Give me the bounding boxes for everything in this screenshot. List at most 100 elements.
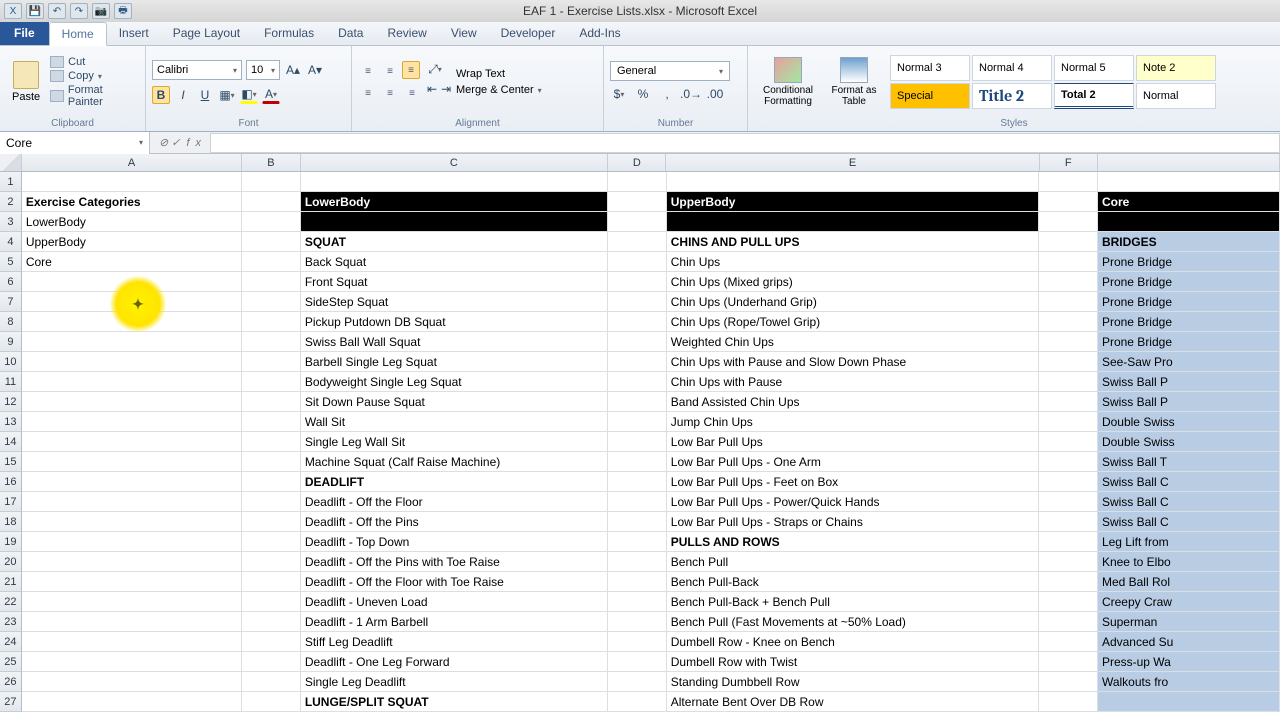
cell-D15[interactable] xyxy=(608,452,667,472)
row-header[interactable]: 14 xyxy=(0,432,22,452)
cell-E18[interactable]: Low Bar Pull Ups - Straps or Chains xyxy=(667,512,1039,532)
cell-F19[interactable] xyxy=(1039,532,1098,552)
cell-C16[interactable]: DEADLIFT xyxy=(301,472,608,492)
cell-A12[interactable] xyxy=(22,392,242,412)
row-header[interactable]: 19 xyxy=(0,532,22,552)
font-name-dropdown[interactable]: Calibri▾ xyxy=(152,60,242,80)
cell-E8[interactable]: Chin Ups (Rope/Towel Grip) xyxy=(667,312,1039,332)
row-header[interactable]: 4 xyxy=(0,232,22,252)
cell-B17[interactable] xyxy=(242,492,301,512)
format-painter-button[interactable]: Format Painter xyxy=(50,84,139,108)
style-normal5[interactable]: Normal 5 xyxy=(1054,55,1134,81)
cell-E5[interactable]: Chin Ups xyxy=(667,252,1039,272)
row-header[interactable]: 21 xyxy=(0,572,22,592)
cell-D8[interactable] xyxy=(608,312,667,332)
cell-C11[interactable]: Bodyweight Single Leg Squat xyxy=(301,372,608,392)
cell-C18[interactable]: Deadlift - Off the Pins xyxy=(301,512,608,532)
cell-B4[interactable] xyxy=(242,232,301,252)
cell-E20[interactable]: Bench Pull xyxy=(667,552,1039,572)
cell-C27[interactable]: LUNGE/SPLIT SQUAT xyxy=(301,692,608,712)
cell-D14[interactable] xyxy=(608,432,667,452)
row-header[interactable]: 10 xyxy=(0,352,22,372)
cell-styles-gallery[interactable]: Normal 3 Normal 4 Normal 5 Note 2 Specia… xyxy=(890,55,1216,109)
cell-F25[interactable] xyxy=(1039,652,1098,672)
cell-F12[interactable] xyxy=(1039,392,1098,412)
decrease-indent-button[interactable]: ⇤ xyxy=(426,80,438,98)
cell-F18[interactable] xyxy=(1039,512,1098,532)
align-center[interactable]: ≡ xyxy=(380,83,400,103)
cell-D27[interactable] xyxy=(608,692,667,712)
fx-label[interactable]: ⊘ ✓ fx xyxy=(150,136,210,149)
row-header[interactable]: 16 xyxy=(0,472,22,492)
cell-F15[interactable] xyxy=(1039,452,1098,472)
camera-icon[interactable]: 📷 xyxy=(92,3,110,19)
cell-E17[interactable]: Low Bar Pull Ups - Power/Quick Hands xyxy=(667,492,1039,512)
align-right[interactable]: ≡ xyxy=(402,83,422,103)
cell-E11[interactable]: Chin Ups with Pause xyxy=(667,372,1039,392)
cell-G12[interactable]: Swiss Ball P xyxy=(1098,392,1280,412)
cell-F14[interactable] xyxy=(1039,432,1098,452)
tab-home[interactable]: Home xyxy=(49,22,107,46)
cell-D20[interactable] xyxy=(608,552,667,572)
cell-C15[interactable]: Machine Squat (Calf Raise Machine) xyxy=(301,452,608,472)
cell-F7[interactable] xyxy=(1039,292,1098,312)
cell-F3[interactable] xyxy=(1039,212,1098,232)
cell-C2[interactable]: LowerBody xyxy=(301,192,608,212)
align-middle[interactable]: ≡ xyxy=(380,61,400,81)
cell-G1[interactable] xyxy=(1098,172,1280,192)
cell-F23[interactable] xyxy=(1039,612,1098,632)
row-header[interactable]: 7 xyxy=(0,292,22,312)
cell-D1[interactable] xyxy=(608,172,667,192)
increase-decimal-button[interactable]: .0→ xyxy=(682,85,700,103)
cell-B20[interactable] xyxy=(242,552,301,572)
row-header[interactable]: 22 xyxy=(0,592,22,612)
cell-G6[interactable]: Prone Bridge xyxy=(1098,272,1280,292)
cell-E23[interactable]: Bench Pull (Fast Movements at ~50% Load) xyxy=(667,612,1039,632)
fill-color-button[interactable]: ◧▾ xyxy=(240,86,258,104)
cell-C19[interactable]: Deadlift - Top Down xyxy=(301,532,608,552)
cell-D2[interactable] xyxy=(608,192,667,212)
formula-input[interactable] xyxy=(210,133,1280,153)
cell-D13[interactable] xyxy=(608,412,667,432)
cell-A27[interactable] xyxy=(22,692,242,712)
cell-G14[interactable]: Double Swiss xyxy=(1098,432,1280,452)
cell-D12[interactable] xyxy=(608,392,667,412)
cell-C12[interactable]: Sit Down Pause Squat xyxy=(301,392,608,412)
increase-font-icon[interactable]: A▴ xyxy=(284,61,302,79)
merge-center-button[interactable]: Merge & Center▾ xyxy=(452,84,542,96)
cell-G2[interactable]: Core xyxy=(1098,192,1280,212)
cell-C25[interactable]: Deadlift - One Leg Forward xyxy=(301,652,608,672)
font-size-dropdown[interactable]: 10▾ xyxy=(246,60,280,80)
comma-button[interactable]: , xyxy=(658,85,676,103)
save-icon[interactable]: 💾 xyxy=(26,3,44,19)
tab-addins[interactable]: Add-Ins xyxy=(567,21,632,45)
cell-D18[interactable] xyxy=(608,512,667,532)
row-header[interactable]: 17 xyxy=(0,492,22,512)
cell-C13[interactable]: Wall Sit xyxy=(301,412,608,432)
cell-D22[interactable] xyxy=(608,592,667,612)
cell-E3[interactable] xyxy=(667,212,1039,232)
cell-D3[interactable] xyxy=(608,212,667,232)
cell-A4[interactable]: UpperBody xyxy=(22,232,242,252)
cell-G21[interactable]: Med Ball Rol xyxy=(1098,572,1280,592)
cell-A14[interactable] xyxy=(22,432,242,452)
cell-B19[interactable] xyxy=(242,532,301,552)
row-header[interactable]: 12 xyxy=(0,392,22,412)
cell-C24[interactable]: Stiff Leg Deadlift xyxy=(301,632,608,652)
cell-A10[interactable] xyxy=(22,352,242,372)
cell-E9[interactable]: Weighted Chin Ups xyxy=(667,332,1039,352)
cell-A16[interactable] xyxy=(22,472,242,492)
undo-icon[interactable]: ↶ xyxy=(48,3,66,19)
cell-A25[interactable] xyxy=(22,652,242,672)
cell-A6[interactable] xyxy=(22,272,242,292)
cell-B11[interactable] xyxy=(242,372,301,392)
style-title2[interactable]: Title 2 xyxy=(972,83,1052,109)
align-left[interactable]: ≡ xyxy=(358,83,378,103)
cell-F8[interactable] xyxy=(1039,312,1098,332)
cell-B2[interactable] xyxy=(242,192,301,212)
cell-D11[interactable] xyxy=(608,372,667,392)
cell-D6[interactable] xyxy=(608,272,667,292)
decrease-decimal-button[interactable]: .00 xyxy=(706,85,724,103)
conditional-formatting-button[interactable]: Conditional Formatting xyxy=(754,57,822,107)
cell-D10[interactable] xyxy=(608,352,667,372)
